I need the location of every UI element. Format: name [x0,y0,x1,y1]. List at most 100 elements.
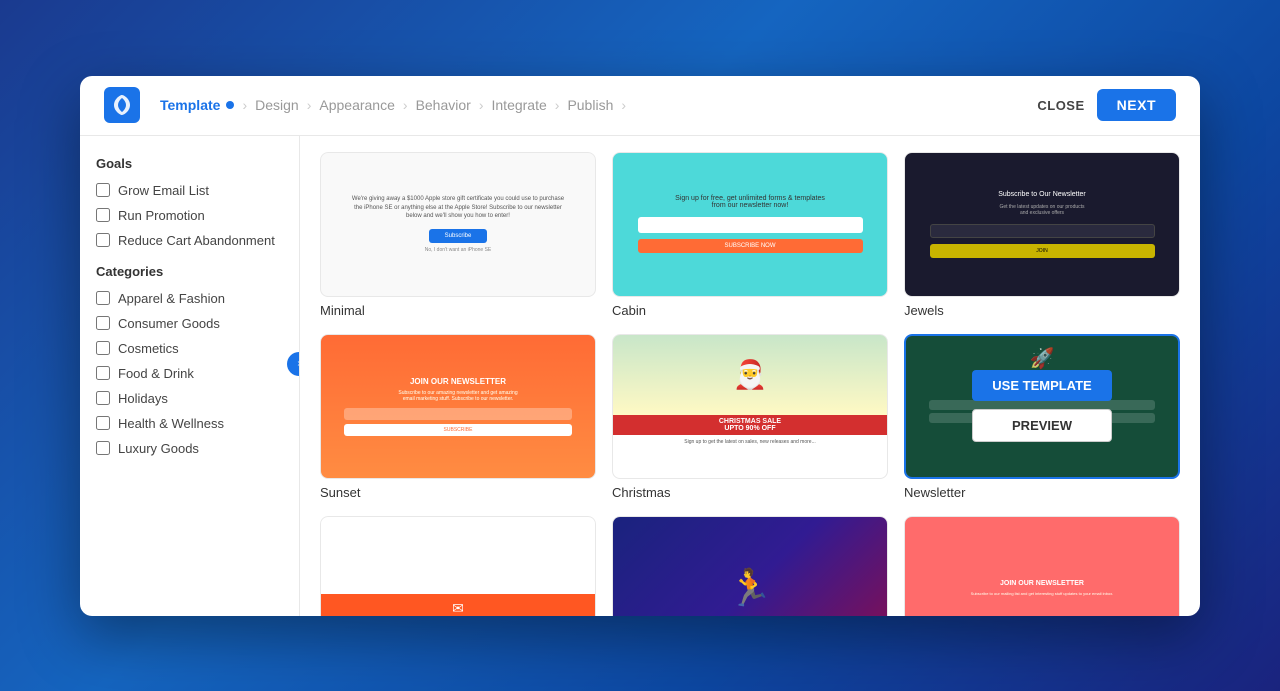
template-card-cabin[interactable]: Sign up for free, get unlimited forms & … [612,152,888,318]
sunset-btn: SUBSCRIBE [344,424,573,436]
cat-consumer-label: Consumer Goods [118,316,220,331]
cabin-subscribe-btn: SUBSCRIBE NOW [638,239,863,253]
step-behavior[interactable]: Behavior [416,97,471,113]
goal-reduce-cart-checkbox[interactable] [96,233,110,247]
cat-consumer-checkbox[interactable] [96,316,110,330]
christmas-image: 🎅 [613,335,887,415]
sidebar: Goals Grow Email List Run Promotion Redu… [80,136,300,616]
minimal-thumbnail-text: We're giving away a $1000 Apple store gi… [352,195,564,220]
template-card-pink[interactable]: JOIN OUR NEWSLETTER Subscribe to our mai… [904,516,1180,616]
sunset-title: JOIN OUR NEWSLETTER [410,377,506,386]
goal-reduce-cart-label: Reduce Cart Abandonment [118,233,275,248]
template-thumbnail-sunset[interactable]: JOIN OUR NEWSLETTER Subscribe to our ama… [320,334,596,479]
chevron-1: › [242,97,247,113]
cat-apparel[interactable]: Apparel & Fashion [96,291,283,306]
goal-run-promotion[interactable]: Run Promotion [96,208,283,223]
template-card-sports[interactable]: 🏃 [612,516,888,616]
bottom1-header: ✉ [321,594,595,616]
minimal-link: No, I don't want an iPhone SE [425,247,492,253]
goal-reduce-cart[interactable]: Reduce Cart Abandonment [96,233,283,248]
cat-cosmetics[interactable]: Cosmetics [96,341,283,356]
template-thumbnail-sports[interactable]: 🏃 [612,516,888,616]
cat-luxury-checkbox[interactable] [96,441,110,455]
cat-health[interactable]: Health & Wellness [96,416,283,431]
main-content: We're giving away a $1000 Apple store gi… [300,136,1200,616]
step-template[interactable]: Template [160,97,234,113]
use-template-button[interactable]: USE TEMPLATE [972,370,1112,401]
template-name-sunset: Sunset [320,485,596,500]
step-publish-label: Publish [567,97,613,113]
preview-button[interactable]: PREVIEW [972,409,1112,442]
goals-section-title: Goals [96,156,283,171]
template-card-minimal[interactable]: We're giving away a $1000 Apple store gi… [320,152,596,318]
step-appearance-label: Appearance [319,97,395,113]
jewels-title: Subscribe to Our Newsletter [998,191,1086,198]
sunset-text: Subscribe to our amazing newsletter and … [398,390,517,402]
template-thumbnail-minimal[interactable]: We're giving away a $1000 Apple store gi… [320,152,596,297]
cat-cosmetics-label: Cosmetics [118,341,179,356]
template-name-jewels: Jewels [904,303,1180,318]
modal: Template › Design › Appearance › Behavio… [80,76,1200,616]
goal-grow-email[interactable]: Grow Email List [96,183,283,198]
close-button[interactable]: CLOSE [1037,98,1084,113]
jewels-btn: JOIN [930,244,1155,258]
cat-apparel-label: Apparel & Fashion [118,291,225,306]
template-name-newsletter: Newsletter [904,485,1180,500]
sports-image: 🏃 [613,517,887,616]
chevron-3: › [403,97,408,113]
cat-food-checkbox[interactable] [96,366,110,380]
cabin-thumbnail-text: Sign up for free, get unlimited forms & … [675,195,825,209]
cat-cosmetics-checkbox[interactable] [96,341,110,355]
header-actions: CLOSE NEXT [1037,89,1176,121]
template-name-cabin: Cabin [612,303,888,318]
next-button[interactable]: NEXT [1097,89,1176,121]
cat-apparel-checkbox[interactable] [96,291,110,305]
cat-food[interactable]: Food & Drink [96,366,283,381]
step-template-label: Template [160,97,220,113]
cat-food-label: Food & Drink [118,366,194,381]
goal-run-promotion-checkbox[interactable] [96,208,110,222]
pink-text: Subscribe to our mailing list and get in… [971,591,1114,596]
cat-holidays-checkbox[interactable] [96,391,110,405]
template-card-jewels[interactable]: Subscribe to Our Newsletter Get the late… [904,152,1180,318]
template-card-newsletter[interactable]: 🚀 SUBSCRIBE Subscribe to our newsletter … [904,334,1180,500]
cat-luxury[interactable]: Luxury Goods [96,441,283,456]
pink-title: JOIN OUR NEWSLETTER [1000,580,1084,587]
template-thumbnail-newsletter[interactable]: 🚀 SUBSCRIBE Subscribe to our newsletter … [904,334,1180,479]
cat-luxury-label: Luxury Goods [118,441,199,456]
step-design-label: Design [255,97,299,113]
template-thumbnail-cabin[interactable]: Sign up for free, get unlimited forms & … [612,152,888,297]
envelope-icon: ✉ [452,600,464,616]
template-name-christmas: Christmas [612,485,888,500]
cat-holidays[interactable]: Holidays [96,391,283,406]
template-card-christmas[interactable]: 🎅 CHRISTMAS SALEUPTO 90% OFF Sign up to … [612,334,888,500]
cat-holidays-label: Holidays [118,391,168,406]
step-publish[interactable]: Publish [567,97,613,113]
step-behavior-label: Behavior [416,97,471,113]
sidebar-toggle-button[interactable]: › [287,352,300,376]
template-thumbnail-pink[interactable]: JOIN OUR NEWSLETTER Subscribe to our mai… [904,516,1180,616]
cat-consumer[interactable]: Consumer Goods [96,316,283,331]
cat-health-checkbox[interactable] [96,416,110,430]
chevron-4: › [479,97,484,113]
christmas-text: Sign up to get the latest on sales, new … [684,439,815,445]
goal-grow-email-label: Grow Email List [118,183,209,198]
template-card-bottom1[interactable]: ✉ Subscribe to Our NewsletterGet the lat… [320,516,596,616]
cat-health-label: Health & Wellness [118,416,224,431]
step-appearance[interactable]: Appearance [319,97,395,113]
logo [104,87,140,123]
santa-icon: 🎅 [733,358,768,391]
chevron-6: › [621,97,626,113]
step-design[interactable]: Design [255,97,299,113]
step-template-dot [226,101,234,109]
goal-run-promotion-label: Run Promotion [118,208,205,223]
step-integrate[interactable]: Integrate [492,97,547,113]
template-thumbnail-bottom1[interactable]: ✉ Subscribe to Our NewsletterGet the lat… [320,516,596,616]
jewels-input [930,224,1155,238]
template-thumbnail-christmas[interactable]: 🎅 CHRISTMAS SALEUPTO 90% OFF Sign up to … [612,334,888,479]
jewels-text: Get the latest updates on our productsan… [999,204,1084,216]
goal-grow-email-checkbox[interactable] [96,183,110,197]
template-thumbnail-jewels[interactable]: Subscribe to Our Newsletter Get the late… [904,152,1180,297]
template-card-sunset[interactable]: JOIN OUR NEWSLETTER Subscribe to our ama… [320,334,596,500]
nav-steps: Template › Design › Appearance › Behavio… [160,97,1037,113]
